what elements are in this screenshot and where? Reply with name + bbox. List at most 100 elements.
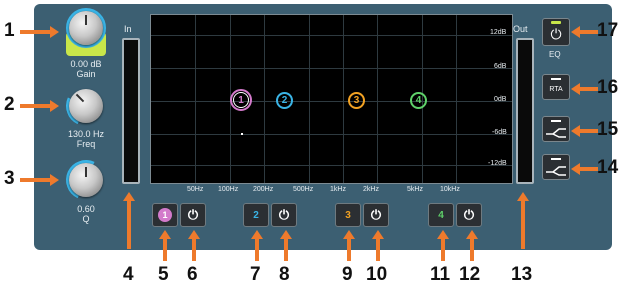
band-2-select-button[interactable]: 2 <box>243 203 269 227</box>
callout-arrow <box>376 239 380 261</box>
grid-line <box>151 101 512 102</box>
gain-knob[interactable] <box>66 8 106 56</box>
low-shelf-icon <box>546 166 566 176</box>
high-shelf-button[interactable] <box>542 116 570 142</box>
band-node-1-label: 1 <box>238 94 244 106</box>
band-node-3[interactable]: 3 <box>348 92 365 109</box>
callout-arrow-head <box>571 125 580 137</box>
callout-arrow-head <box>571 83 580 95</box>
callout-arrow-head <box>343 230 355 239</box>
band-node-4-label: 4 <box>415 95 422 106</box>
callout-arrow-head <box>123 192 135 201</box>
freq-tick: 100Hz <box>218 186 239 193</box>
power-icon: ⏻ <box>187 207 199 222</box>
band-2-number: 2 <box>253 209 259 221</box>
eq-label: EQ <box>549 50 561 59</box>
eq-led <box>551 21 561 24</box>
callout-7: 7 <box>250 264 261 285</box>
callout-arrow <box>521 201 525 249</box>
freq-tick: 200Hz <box>253 186 274 193</box>
in-meter <box>122 38 140 184</box>
high-shelf-led <box>551 120 561 122</box>
callout-arrow <box>255 239 259 261</box>
callout-5: 5 <box>158 264 169 285</box>
band-3-power-button[interactable]: ⏻ <box>363 203 389 227</box>
band-node-2[interactable]: 2 <box>276 92 293 109</box>
grid-line <box>151 165 512 166</box>
grid-line <box>195 15 196 183</box>
callout-9: 9 <box>342 264 353 285</box>
cursor-dot <box>241 133 243 135</box>
band-node-4[interactable]: 4 <box>410 92 427 109</box>
q-knob-cap <box>69 163 103 197</box>
q-label: Q <box>82 214 90 224</box>
freq-label: Freq <box>76 139 96 149</box>
band-1-number: 1 <box>162 210 168 220</box>
band-node-3-label: 3 <box>353 95 360 106</box>
grid-line <box>151 35 512 36</box>
band-4-power-button[interactable]: ⏻ <box>456 203 482 227</box>
freq-tick: 500Hz <box>293 186 314 193</box>
callout-17: 17 <box>597 20 619 41</box>
grid-line <box>377 15 378 183</box>
callout-13: 13 <box>511 264 533 285</box>
freq-tick: 50Hz <box>187 186 204 193</box>
freq-tick: 1kHz <box>330 186 346 193</box>
rta-button[interactable]: RTA <box>542 74 570 100</box>
callout-arrow-head <box>571 163 580 175</box>
grid-line <box>309 15 310 183</box>
eq-power-button[interactable]: ⏻ <box>542 18 570 46</box>
grid-line <box>151 68 512 69</box>
eq-graph[interactable]: 1 2 3 4 <box>150 14 513 184</box>
band-node-2-label: 2 <box>281 95 288 106</box>
callout-arrow-head <box>251 230 263 239</box>
power-icon: ⏻ <box>550 25 562 42</box>
band-4-select-button[interactable]: 4 <box>428 203 454 227</box>
callout-arrow <box>127 201 131 249</box>
in-meter-label: In <box>124 24 132 34</box>
callout-arrow-head <box>50 26 59 38</box>
callout-arrow <box>284 239 288 261</box>
freq-knob[interactable] <box>60 80 112 132</box>
callout-arrow-head <box>280 230 292 239</box>
band-node-1[interactable]: 1 <box>230 89 252 111</box>
callout-arrow <box>20 104 50 108</box>
callout-2: 2 <box>4 94 15 115</box>
grid-line <box>151 134 512 135</box>
callout-arrow-head <box>372 230 384 239</box>
callout-12: 12 <box>459 264 481 285</box>
rta-label: RTA <box>549 86 563 93</box>
callout-4: 4 <box>123 264 134 285</box>
band-3-number: 3 <box>345 209 351 221</box>
callout-arrow <box>441 239 445 261</box>
callout-arrow-head <box>188 230 200 239</box>
callout-arrow <box>347 239 351 261</box>
callout-arrow-head <box>159 230 171 239</box>
q-knob[interactable] <box>60 154 112 206</box>
callout-14: 14 <box>597 157 619 178</box>
grid-line <box>456 15 457 183</box>
callout-arrow <box>20 30 50 34</box>
band-3-select-button[interactable]: 3 <box>335 203 361 227</box>
grid-line <box>264 15 265 183</box>
callout-10: 10 <box>366 264 388 285</box>
callout-11: 11 <box>430 264 451 285</box>
callout-8: 8 <box>279 264 290 285</box>
callout-arrow-head <box>517 192 529 201</box>
callout-arrow <box>580 30 598 34</box>
callout-arrow <box>163 239 167 261</box>
power-icon: ⏻ <box>370 207 382 222</box>
callout-arrow <box>20 178 50 182</box>
band-1-power-button[interactable]: ⏻ <box>180 203 206 227</box>
band-1-select-button[interactable]: 1 <box>152 203 178 227</box>
callout-1: 1 <box>4 20 15 41</box>
rta-led <box>551 78 561 80</box>
callout-15: 15 <box>597 119 619 140</box>
band-2-power-button[interactable]: ⏻ <box>271 203 297 227</box>
db-tick: -12dB <box>488 160 507 167</box>
out-meter <box>516 38 534 184</box>
low-shelf-button[interactable] <box>542 154 570 180</box>
callout-arrow <box>470 239 474 261</box>
gain-label: Gain <box>76 69 96 79</box>
callout-arrow <box>580 167 598 171</box>
